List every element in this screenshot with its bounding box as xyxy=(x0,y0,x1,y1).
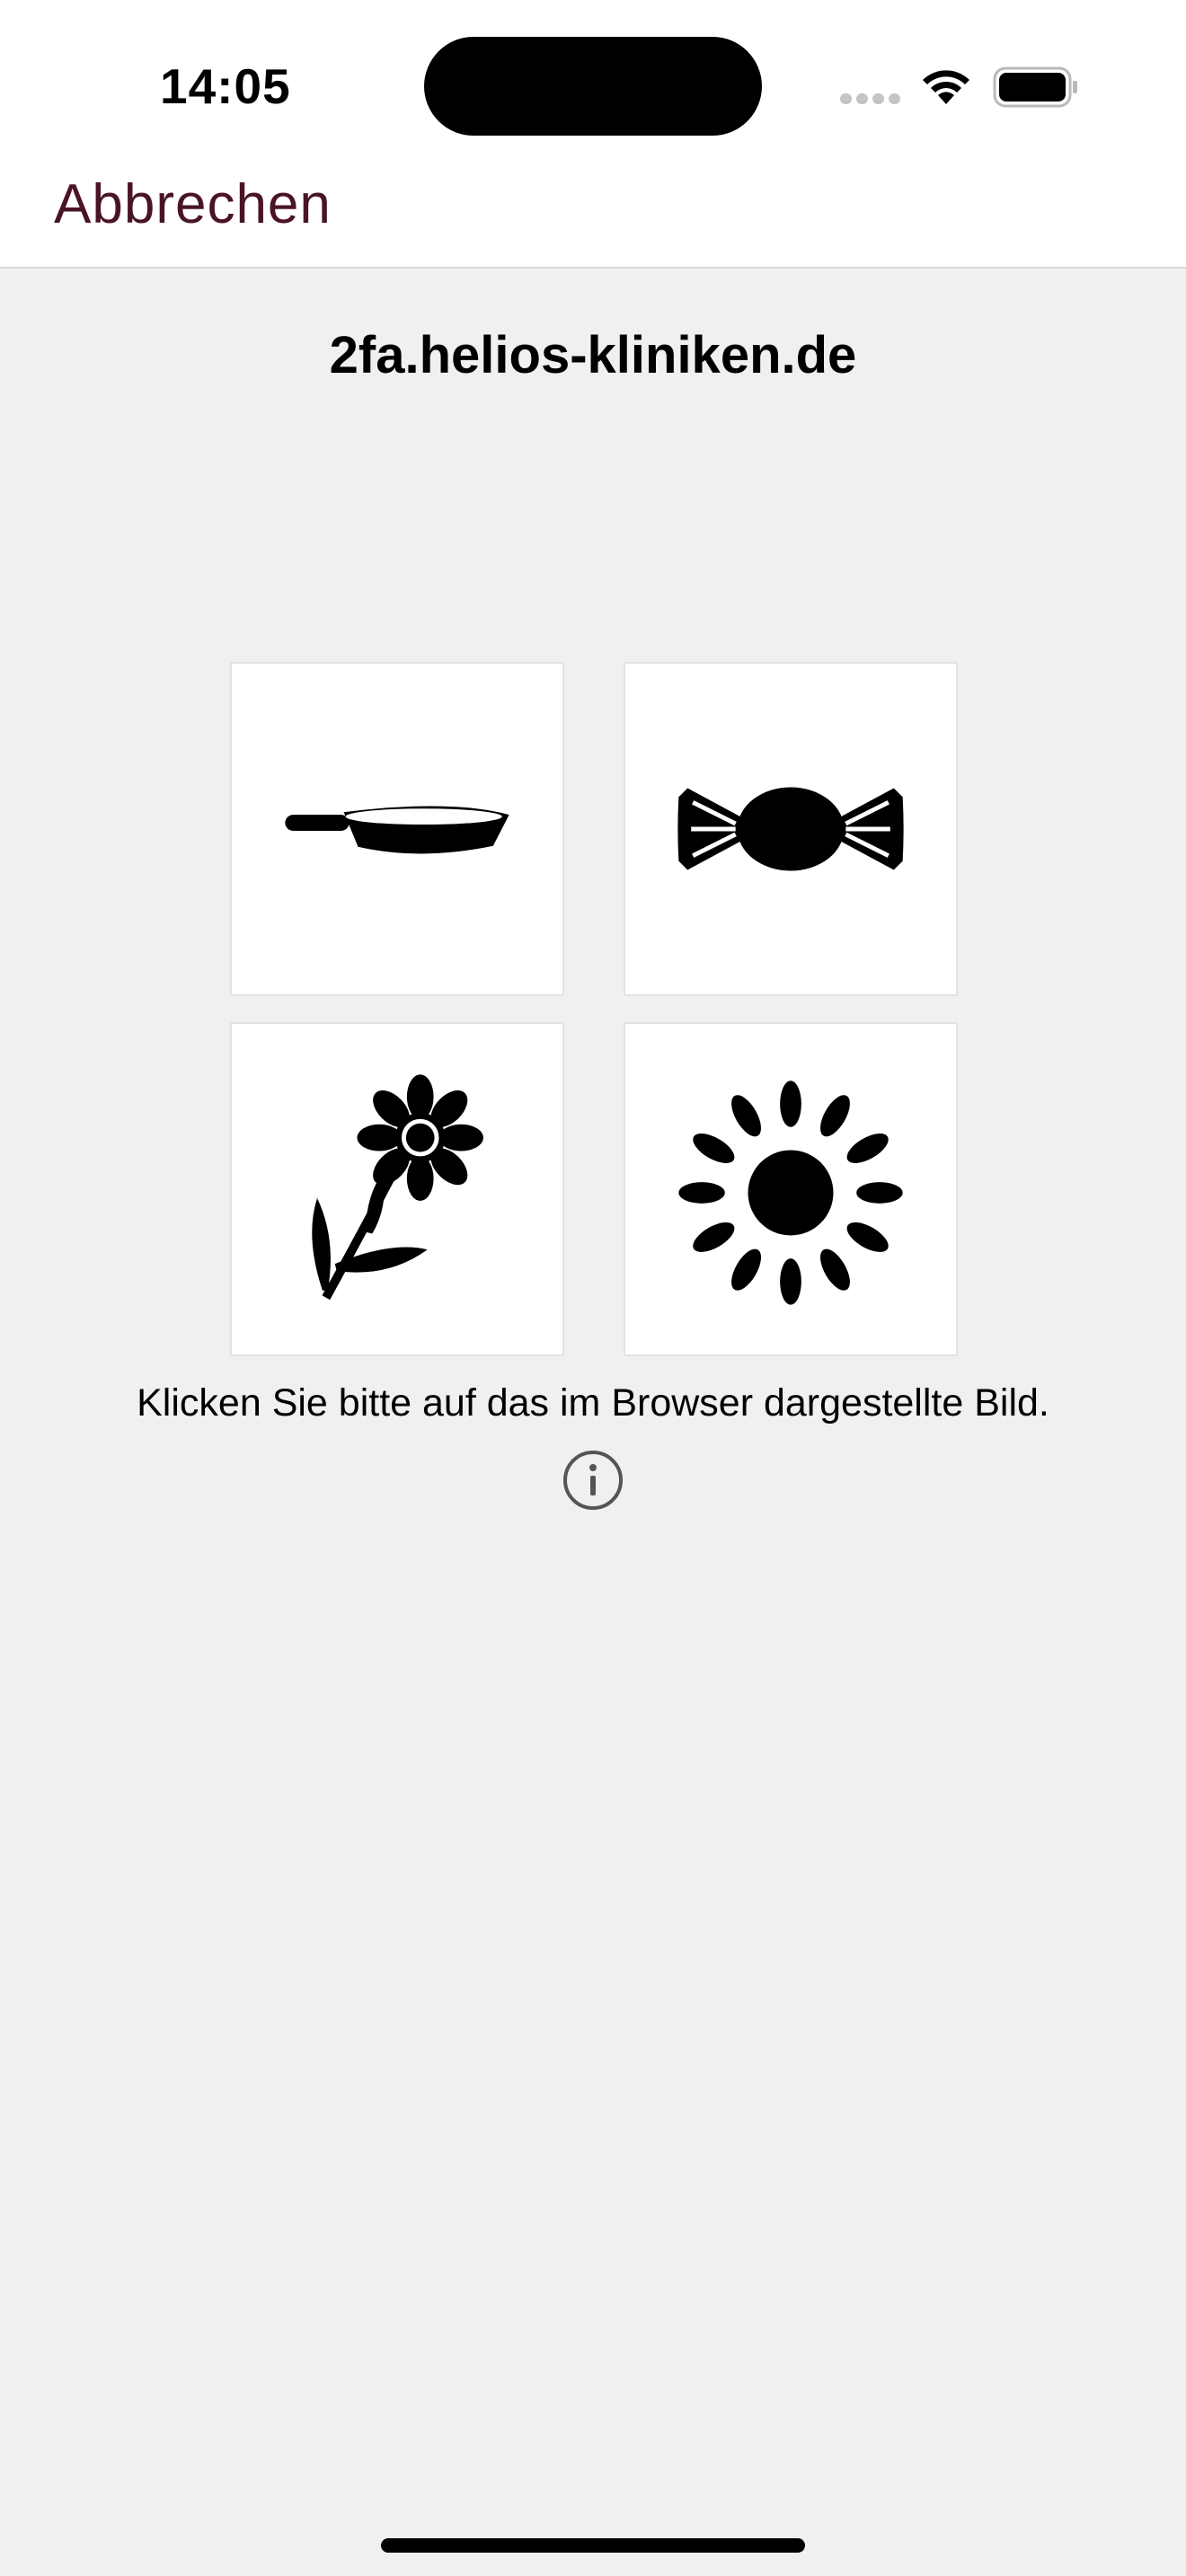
cellular-signal-icon xyxy=(840,93,901,104)
choice-tile-sun[interactable] xyxy=(624,1022,958,1356)
flower-icon xyxy=(312,1074,483,1301)
dynamic-island xyxy=(424,37,762,136)
cancel-button[interactable]: Abbrechen xyxy=(54,172,332,236)
page-title: 2fa.helios-kliniken.de xyxy=(329,326,857,384)
candy-icon xyxy=(677,787,904,871)
sun-icon xyxy=(678,1081,903,1305)
status-time: 14:05 xyxy=(160,58,291,114)
frying-pan-icon xyxy=(285,806,509,854)
screen: 14:05 Abbrechen 2fa.helios-kliniken.de K… xyxy=(0,0,1186,2576)
choice-tile-candy[interactable] xyxy=(624,662,958,996)
choice-tile-frying-pan[interactable] xyxy=(230,662,564,996)
instruction-text: Klicken Sie bitte auf das im Browser dar… xyxy=(137,1381,1049,1425)
info-icon[interactable] xyxy=(562,1450,624,1511)
battery-icon xyxy=(993,66,1077,108)
top-bar: 14:05 Abbrechen xyxy=(0,0,1186,269)
home-indicator xyxy=(381,2538,805,2553)
choice-tile-flower[interactable] xyxy=(230,1022,564,1356)
wifi-icon xyxy=(923,70,969,104)
